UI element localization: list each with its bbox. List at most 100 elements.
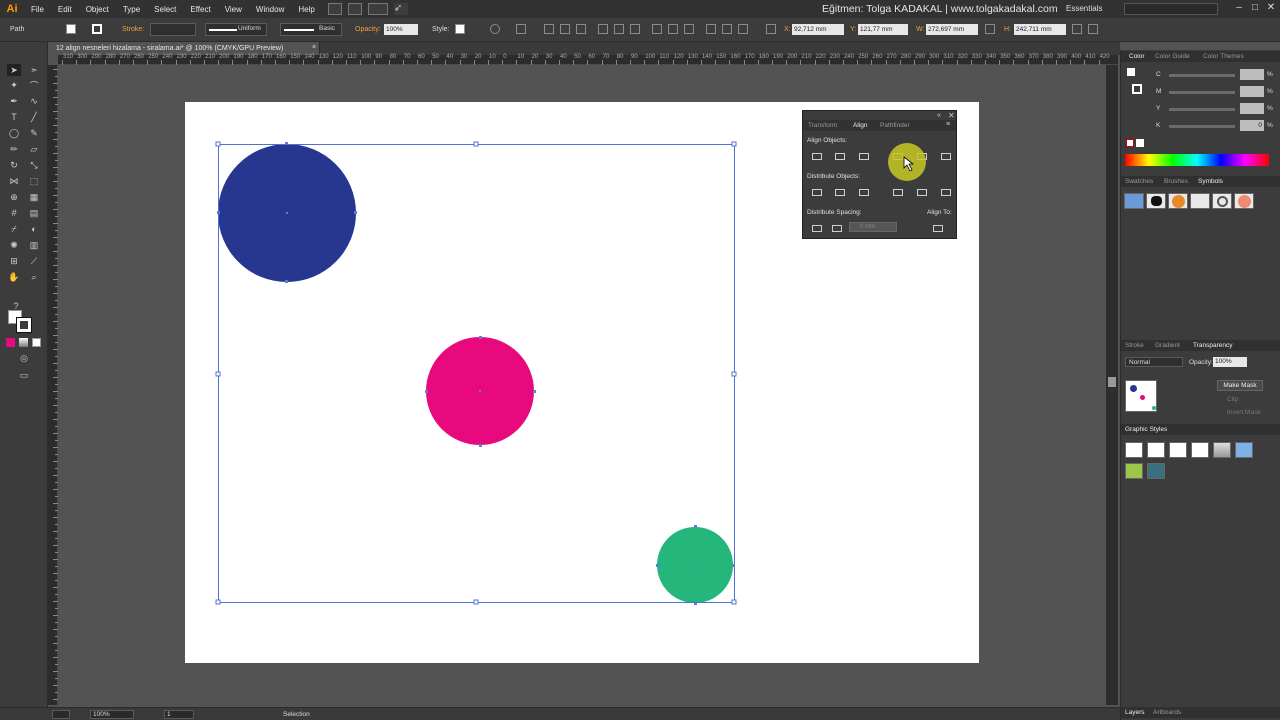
vertical-distribute-bottom-icon[interactable] xyxy=(858,187,869,196)
menu-select[interactable]: Select xyxy=(147,5,183,14)
tab-pathfinder[interactable]: Pathfinder xyxy=(880,122,910,129)
horizontal-distribute-left-icon[interactable] xyxy=(892,187,903,196)
tab-artboards[interactable]: Artboards xyxy=(1153,709,1181,716)
tab-color-themes[interactable]: Color Themes xyxy=(1203,53,1244,60)
free-transform-icon[interactable]: ⬚ xyxy=(27,175,41,187)
symbol-orange-icon[interactable] xyxy=(1168,193,1188,209)
horizontal-ruler[interactable]: 310 300 290 280 270 260 250 240 230 220 210 200 190 1… xyxy=(58,54,1118,65)
width-tool-icon[interactable]: ⋈ xyxy=(7,175,21,187)
menu-window[interactable]: Window xyxy=(249,5,291,14)
tab-color-guide[interactable]: Color Guide xyxy=(1155,53,1190,60)
lasso-icon[interactable]: ⌒ xyxy=(27,79,41,91)
x-field[interactable]: 92,712 mm xyxy=(792,24,844,35)
menu-edit[interactable]: Edit xyxy=(51,5,79,14)
hand-tool-icon[interactable]: ✋ xyxy=(7,271,21,283)
close-button[interactable]: ✕ xyxy=(1264,2,1278,15)
magenta-value[interactable] xyxy=(1240,86,1264,97)
tab-color[interactable]: Color xyxy=(1129,53,1145,60)
tab-transform[interactable]: Transform xyxy=(808,122,837,129)
none-mode-icon[interactable] xyxy=(32,338,41,347)
panel-menu-icon[interactable]: ≡ xyxy=(946,121,950,128)
distribute-right-icon[interactable] xyxy=(738,24,748,34)
tab-layers[interactable]: Layers xyxy=(1125,709,1145,716)
distribute-hcenter-icon[interactable] xyxy=(722,24,732,34)
distribute-left-icon[interactable] xyxy=(706,24,716,34)
menu-type[interactable]: Type xyxy=(116,5,147,14)
fill-swatch-icon[interactable] xyxy=(66,24,76,34)
scale-tool-icon[interactable]: ⤡ xyxy=(27,159,41,171)
mesh-tool-icon[interactable]: # xyxy=(7,207,21,219)
curvature-tool-icon[interactable]: ∿ xyxy=(27,95,41,107)
y-field[interactable]: 121,77 mm xyxy=(858,24,908,35)
vertical-align-bottom-icon[interactable] xyxy=(940,151,951,160)
horizontal-align-left-icon[interactable] xyxy=(811,151,822,160)
tab-gradient[interactable]: Gradient xyxy=(1155,342,1180,349)
black-value[interactable]: 0 xyxy=(1240,120,1264,131)
cyan-slider[interactable] xyxy=(1169,74,1235,77)
pen-tool-icon[interactable]: ✒ xyxy=(7,95,21,107)
opacity-field[interactable]: 100% xyxy=(384,24,418,35)
graphic-style-default[interactable] xyxy=(1125,442,1143,458)
make-mask-button[interactable]: Make Mask xyxy=(1217,380,1263,391)
stroke-weight-field[interactable] xyxy=(150,23,196,36)
stroke-color-icon[interactable] xyxy=(16,317,32,333)
align-vcenter-icon[interactable] xyxy=(614,24,624,34)
shape-builder-icon[interactable]: ⊕ xyxy=(7,191,21,203)
none-swatch-icon[interactable] xyxy=(1126,139,1134,147)
eyedropper-icon[interactable]: ⌿ xyxy=(7,223,21,235)
cyan-value[interactable] xyxy=(1240,69,1264,80)
menu-effect[interactable]: Effect xyxy=(183,5,217,14)
graphic-style-white[interactable] xyxy=(1169,442,1187,458)
blend-tool-icon[interactable]: ◐ xyxy=(27,223,41,235)
vertical-distribute-center-icon[interactable] xyxy=(834,187,845,196)
menu-object[interactable]: Object xyxy=(79,5,116,14)
recolor-artwork-icon[interactable] xyxy=(490,24,500,34)
gpu-performance-icon[interactable]: ➶ xyxy=(393,3,408,15)
draw-mode-icon[interactable]: ◎ xyxy=(17,352,31,364)
pencil-icon[interactable]: ✏ xyxy=(7,143,21,155)
graphic-style-blue[interactable] xyxy=(1235,442,1253,458)
perspective-grid-icon[interactable]: ▦ xyxy=(27,191,41,203)
graphic-style-none[interactable] xyxy=(1147,442,1165,458)
white-swatch[interactable] xyxy=(1136,139,1144,147)
graphic-style-teal[interactable] xyxy=(1147,463,1165,479)
black-slider[interactable] xyxy=(1169,125,1235,128)
tab-symbols[interactable]: Symbols xyxy=(1198,178,1223,185)
vertical-distribute-top-icon[interactable] xyxy=(811,187,822,196)
rotate-view-field[interactable] xyxy=(52,710,70,719)
align-top-icon[interactable] xyxy=(598,24,608,34)
horizontal-distribute-center-icon[interactable] xyxy=(916,187,927,196)
yellow-value[interactable] xyxy=(1240,103,1264,114)
gradient-mode-icon[interactable] xyxy=(19,338,28,347)
symbol-gear-icon[interactable] xyxy=(1212,193,1232,209)
close-tab-icon[interactable]: × xyxy=(312,44,316,51)
horizontal-distribute-space-icon[interactable] xyxy=(831,223,842,232)
menu-view[interactable]: View xyxy=(218,5,249,14)
graphic-style-icon[interactable] xyxy=(455,24,465,34)
transparency-opacity-field[interactable]: 100% xyxy=(1213,357,1247,367)
symbol-corner-icon[interactable] xyxy=(1190,193,1210,209)
h-field[interactable]: 242,711 mm xyxy=(1014,24,1066,35)
symbol-flower-icon[interactable] xyxy=(1234,193,1254,209)
object-thumbnail[interactable] xyxy=(1125,380,1157,412)
zoom-tool-icon[interactable]: ⌕ xyxy=(27,271,41,283)
yellow-slider[interactable] xyxy=(1169,108,1235,111)
magenta-row[interactable]: M % xyxy=(1125,86,1275,98)
vertical-scroll-thumb[interactable] xyxy=(1108,377,1116,387)
color-spectrum[interactable] xyxy=(1125,154,1269,166)
close-panel-icon[interactable]: ✕ xyxy=(948,111,955,120)
yellow-row[interactable]: Y % xyxy=(1125,103,1275,115)
variable-width-profile[interactable]: Uniform xyxy=(205,23,267,36)
align-right-icon[interactable] xyxy=(576,24,586,34)
ellipse-tool-icon[interactable]: ◯ xyxy=(7,127,21,139)
direct-selection-tool-icon[interactable]: ➣ xyxy=(27,64,41,76)
bridge-icon[interactable] xyxy=(327,3,342,15)
workspace-switcher[interactable]: Essentials xyxy=(1066,4,1102,13)
invert-mask-checkbox[interactable]: Invert Mask xyxy=(1227,409,1261,416)
menu-file[interactable]: File xyxy=(24,5,51,14)
collapse-panel-icon[interactable]: « xyxy=(937,112,941,119)
transform-reference-icon[interactable] xyxy=(766,24,776,34)
gradient-tool-icon[interactable]: ▤ xyxy=(27,207,41,219)
color-mode-icon[interactable] xyxy=(6,338,15,347)
distribute-top-icon[interactable] xyxy=(652,24,662,34)
